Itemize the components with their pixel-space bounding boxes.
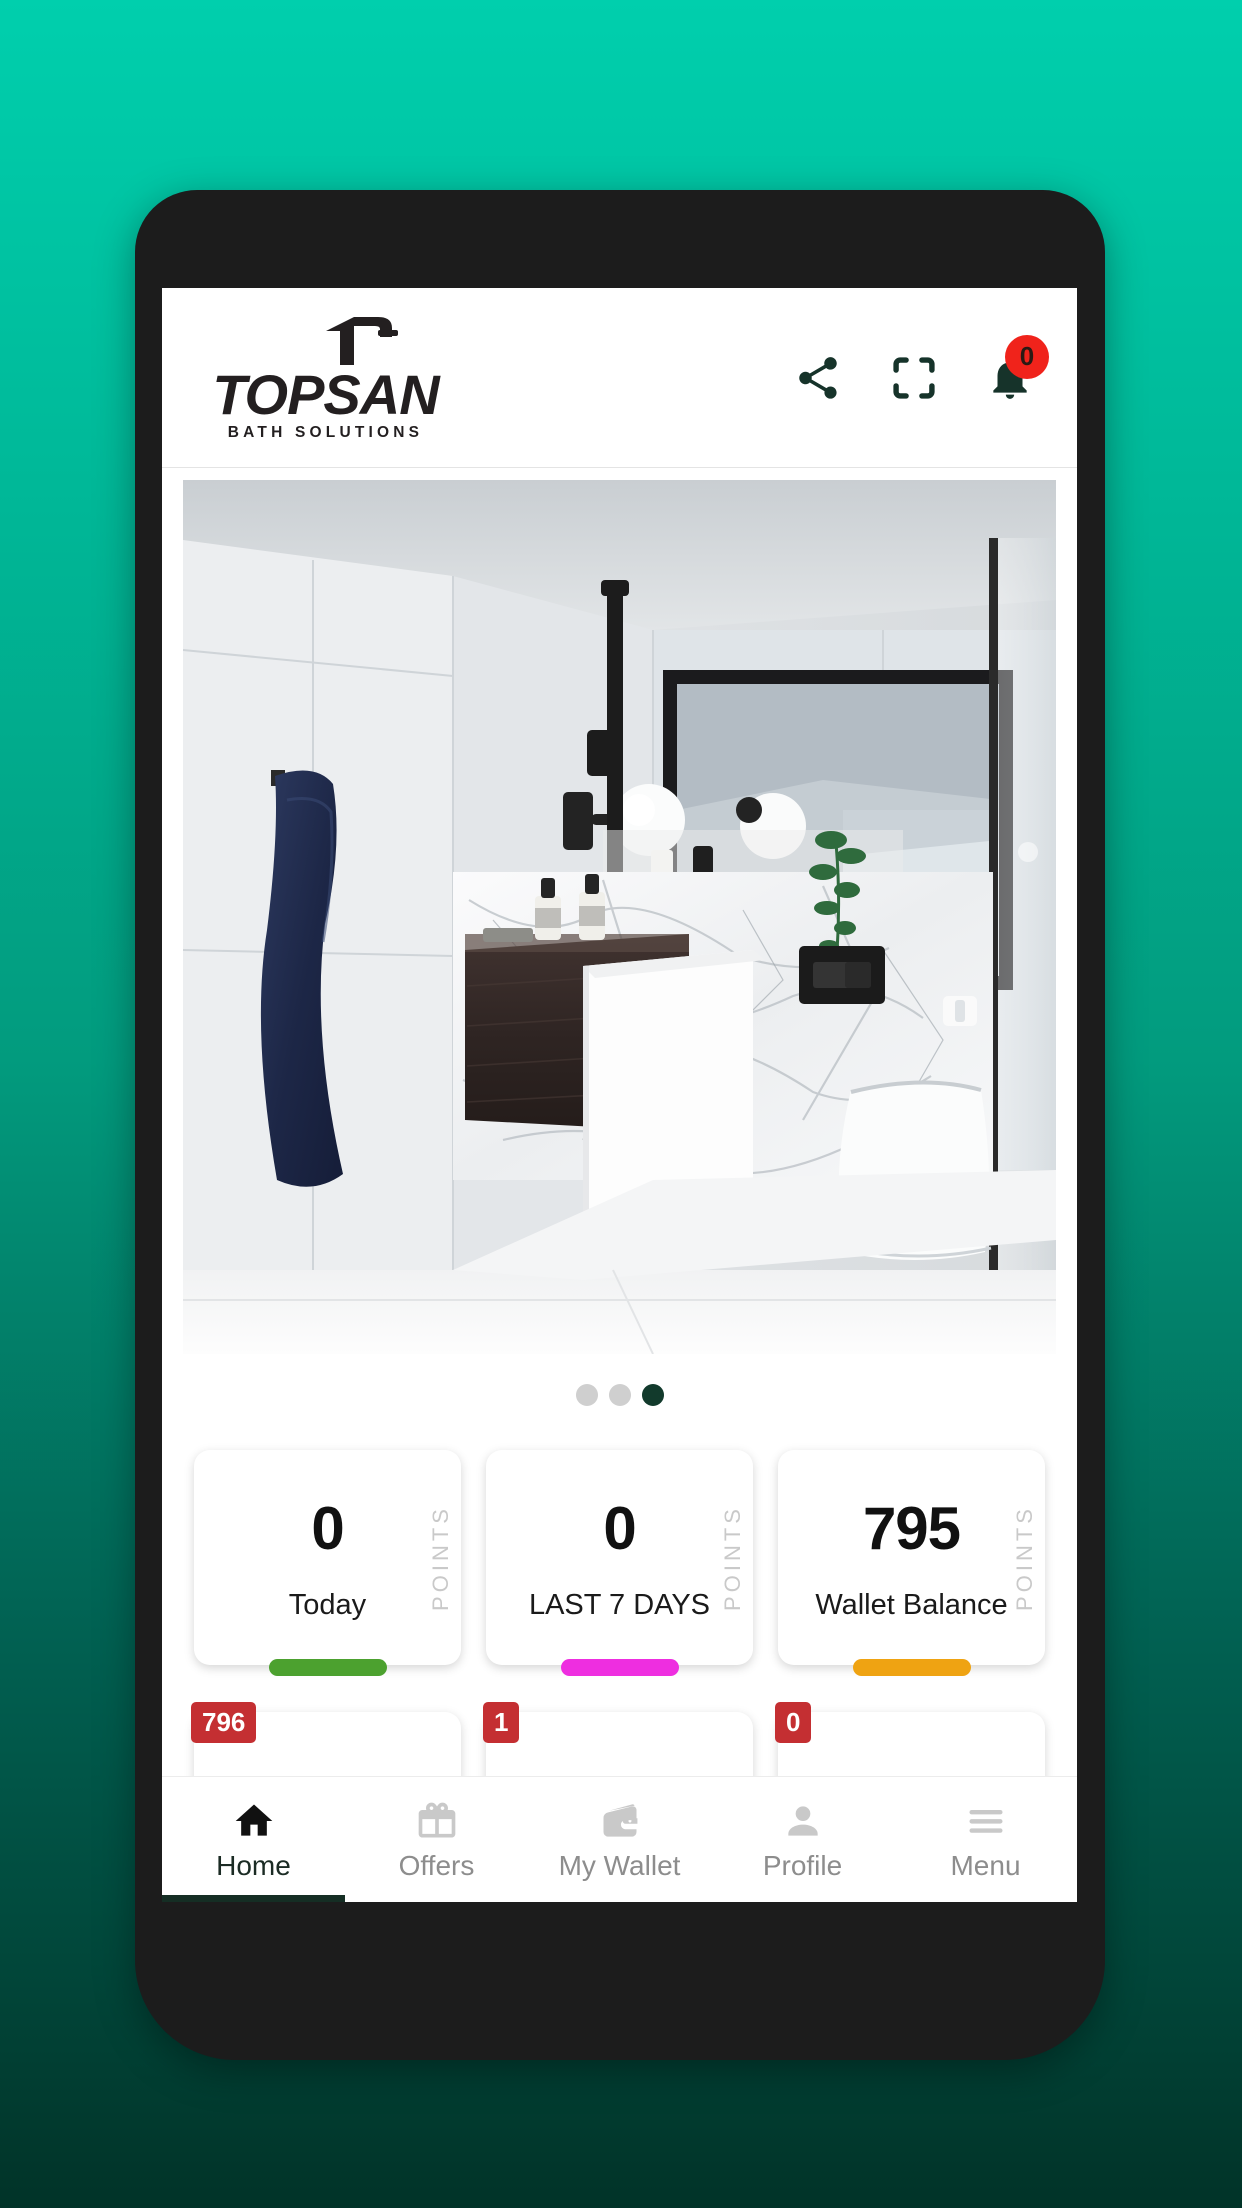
qr-scan-icon[interactable]	[887, 351, 941, 405]
promo-carousel	[162, 468, 1077, 1406]
faucet-icon-svg	[326, 316, 398, 365]
wallet-icon-svg	[603, 1804, 637, 1837]
nav-item-menu[interactable]: Menu	[894, 1777, 1077, 1902]
nav-label: Menu	[950, 1850, 1021, 1881]
stat-value: 795	[862, 1494, 961, 1562]
carousel-slide[interactable]	[183, 480, 1056, 1354]
carousel-dot-2[interactable]	[608, 1384, 631, 1406]
count-badge: 1	[483, 1702, 520, 1743]
brand-tagline: BATH SOLUTIONS	[227, 424, 424, 442]
person-icon-svg	[787, 1806, 818, 1836]
hamburger-menu-icon	[964, 1797, 1008, 1843]
app-header: TOPSAN BATH SOLUTIONS 0	[162, 288, 1077, 468]
stat-accent-bar	[852, 1659, 971, 1676]
nav-item-offers[interactable]: Offers	[345, 1777, 528, 1902]
bottom-navigation-bar: Home Offers My Wallet Profile Menu	[162, 1776, 1077, 1902]
points-label: POINTS	[1012, 1504, 1037, 1611]
gift-icon	[415, 1797, 459, 1843]
share-icon[interactable]	[791, 351, 845, 405]
carousel-dot-1[interactable]	[575, 1384, 598, 1406]
nav-label: Home	[216, 1850, 291, 1881]
stat-card-today[interactable]: 0 Today POINTS	[194, 1450, 461, 1676]
carousel-dot-3[interactable]	[641, 1384, 664, 1406]
hamburger-menu-icon-svg	[969, 1810, 1002, 1833]
home-icon	[232, 1797, 276, 1843]
count-badge: 796	[191, 1702, 257, 1743]
stat-accent-bar	[268, 1659, 387, 1676]
stat-accent-bar	[560, 1659, 679, 1676]
app-screen: TOPSAN BATH SOLUTIONS 0 0 Today POINTS 0…	[162, 288, 1077, 1902]
home-icon-svg	[235, 1804, 272, 1836]
stats-row-primary: 0 Today POINTS 0 LAST 7 DAYS POINTS 795 …	[162, 1450, 1077, 1676]
notification-bell-icon[interactable]: 0	[983, 334, 1049, 405]
stat-value: 0	[603, 1494, 636, 1562]
points-label: POINTS	[428, 1504, 453, 1611]
points-label: POINTS	[720, 1504, 745, 1611]
faucet-icon	[208, 313, 443, 365]
nav-item-my-wallet[interactable]: My Wallet	[528, 1777, 711, 1902]
nav-label: Profile	[762, 1850, 843, 1881]
bathroom-image	[183, 480, 1056, 1354]
stat-card-last-7-days[interactable]: 0 LAST 7 DAYS POINTS	[486, 1450, 753, 1676]
person-icon	[781, 1797, 825, 1843]
wallet-icon	[598, 1797, 642, 1843]
notification-badge: 0	[1005, 334, 1049, 379]
carousel-dots[interactable]	[162, 1354, 1077, 1406]
brand-name: TOPSAN	[212, 362, 439, 426]
qr-scan-icon-svg	[893, 356, 935, 399]
stat-value: 0	[311, 1494, 344, 1562]
share-icon-svg	[799, 356, 837, 399]
nav-label: Offers	[398, 1850, 475, 1881]
nav-item-profile[interactable]: Profile	[711, 1777, 894, 1902]
nav-item-home[interactable]: Home	[162, 1777, 345, 1902]
gift-icon-svg	[418, 1802, 455, 1838]
brand-logo[interactable]: TOPSAN BATH SOLUTIONS	[208, 313, 443, 442]
stat-label: Today	[288, 1588, 367, 1621]
header-actions: 0	[791, 334, 1049, 405]
nav-label: My Wallet	[558, 1850, 681, 1881]
count-badge: 0	[775, 1702, 812, 1743]
stats-section: 0 Today POINTS 0 LAST 7 DAYS POINTS 795 …	[162, 1406, 1077, 1832]
stat-label: Wallet Balance	[815, 1588, 1008, 1621]
stat-label: LAST 7 DAYS	[528, 1588, 711, 1621]
stat-card-wallet-balance[interactable]: 795 Wallet Balance POINTS	[778, 1450, 1045, 1676]
